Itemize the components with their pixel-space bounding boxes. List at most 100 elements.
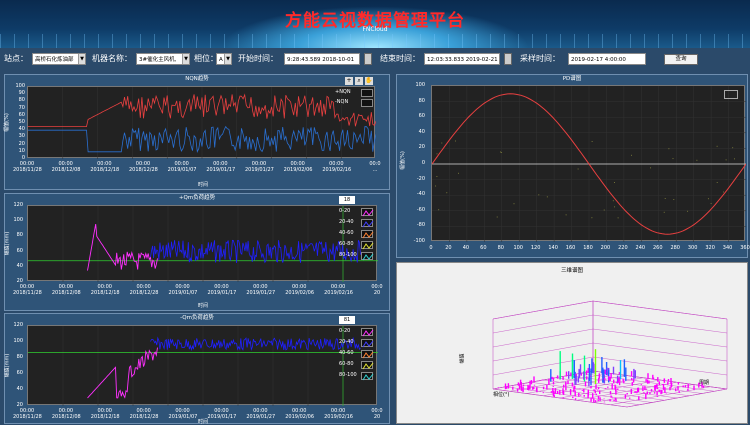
legend-swatch xyxy=(361,219,374,228)
y-tick-label: 80 xyxy=(16,232,23,239)
y-tick-label: 100 xyxy=(13,217,23,224)
qplus-trend-panel: +Qm负荷趋势 18 0-20 20-40 40-60 60-80 80-100 幅值(… xyxy=(4,193,390,311)
3d-grid-line xyxy=(592,328,728,348)
x-tick-date: 2019/02/16 xyxy=(324,414,353,420)
phase-value: A xyxy=(219,57,223,63)
x-tick-date: 2018/11/28 xyxy=(13,414,42,420)
3d-grid-line xyxy=(492,328,594,348)
calendar-icon[interactable] xyxy=(364,53,372,65)
machine-label: 机器名称： xyxy=(92,54,132,63)
legend-item[interactable]: 0-20 xyxy=(339,328,379,337)
legend-label: 40-60 xyxy=(339,230,354,236)
pd-point xyxy=(668,148,670,150)
y-tick-label: -40 xyxy=(416,191,425,198)
legend-label: 40-60 xyxy=(339,350,354,356)
y-tick-label: 70 xyxy=(18,104,25,111)
x-tick-date: 2018/12/28 xyxy=(129,290,159,296)
x-tick-label: 00:00 2018/12/28 xyxy=(129,284,159,296)
legend-swatch xyxy=(361,99,373,107)
legend-swatch xyxy=(361,361,374,370)
pd-point xyxy=(723,191,724,193)
x-tick-date: 2018/12/08 xyxy=(51,290,81,296)
x-tick-label: 00:00 2019/01/27 xyxy=(246,284,276,296)
sample-time-select[interactable]: 2019-02-17 4:00:00 xyxy=(568,53,646,65)
nqn-xlabel: 时间 xyxy=(198,182,209,188)
pd-point xyxy=(617,217,619,219)
x-tick-date: 20 xyxy=(373,414,381,420)
prpd-chart xyxy=(432,86,746,242)
x-tick-label: 00:00 2019/01/07 xyxy=(169,284,198,296)
legend-item[interactable]: 20-40 xyxy=(339,219,379,228)
sample-time-value: 2019-02-17 4:00:00 xyxy=(571,57,626,63)
x-tick-date: 2019/01/17 xyxy=(207,290,237,296)
y-tick-label: 120 xyxy=(13,202,23,208)
pd-point xyxy=(435,185,437,187)
x-tick-date: 2019/01/17 xyxy=(206,167,236,173)
pd-point xyxy=(707,198,709,200)
legend-item[interactable]: 60-80 xyxy=(339,241,379,250)
x-tick-date: 2019/01/27 xyxy=(246,290,276,296)
pd-point xyxy=(500,151,501,153)
x-tick-label: 00:00 2019/02/06 xyxy=(284,161,313,173)
start-time-input[interactable]: 9:28:43.589 2018-10-01 xyxy=(284,53,360,65)
legend-item[interactable]: 40-60 xyxy=(339,230,379,239)
end-time-input[interactable]: 12:03:33.833 2019-02-21 xyxy=(424,53,500,65)
legend-item[interactable]: 60-80 xyxy=(339,361,379,370)
header-banner: 方能云视数据管理平台 FNCloud xyxy=(0,0,750,48)
qplus-plot-area[interactable] xyxy=(27,205,378,282)
3d-chart[interactable] xyxy=(397,263,749,423)
qminus-chart xyxy=(28,326,378,406)
x-tick-date: 2019/02/16 xyxy=(322,167,352,173)
nqn-title: NQN趋势 xyxy=(185,76,209,82)
prpd-plot-area[interactable] xyxy=(431,85,746,242)
x-tick-label: 00:00 2018/12/08 xyxy=(52,161,81,173)
nqn-plot-area[interactable] xyxy=(27,86,376,159)
legend-item[interactable]: 40-60 xyxy=(339,350,379,359)
calendar-icon[interactable] xyxy=(504,53,512,65)
3d-grid-line xyxy=(492,342,594,362)
y-tick-label: 40 xyxy=(418,128,425,135)
y-tick-label: 0 xyxy=(421,160,425,166)
pd-point xyxy=(612,200,614,202)
series-20-40 xyxy=(150,336,361,352)
legend-swatch xyxy=(361,89,373,97)
site-select[interactable]: 高桥石化炼油部 ▼ xyxy=(32,53,86,65)
pd-point xyxy=(546,196,548,198)
legend-plus-nqn: +NQN xyxy=(335,89,351,95)
x-tick-date: 2018/11/28 xyxy=(13,290,42,296)
pd-point xyxy=(441,142,443,144)
pd-point xyxy=(672,158,674,160)
nqn-chart xyxy=(28,87,376,159)
x-tick-date: 2018/12/18 xyxy=(90,167,120,173)
qminus-title: -Qm负荷趋势 xyxy=(180,315,214,321)
legend-swatch xyxy=(361,241,374,250)
hand-icon[interactable]: ✋ xyxy=(365,77,373,85)
plus-icon[interactable]: + xyxy=(345,77,353,85)
legend-label: 80-100 xyxy=(339,252,357,258)
x-tick-label: 00:00 2018/12/08 xyxy=(52,408,81,420)
legend-item[interactable]: 80-100 xyxy=(339,252,379,261)
x-tick-date: 2018/11/28 xyxy=(13,167,42,173)
qminus-plot-area[interactable] xyxy=(27,325,378,406)
legend-item[interactable]: 20-40 xyxy=(339,339,379,348)
y-tick-label: 60 xyxy=(418,113,425,120)
machine-value: 3#催化主风机, xyxy=(139,57,177,63)
x-tick-date: 2018/12/28 xyxy=(129,414,159,420)
phase-select[interactable]: A ▼ xyxy=(216,53,232,65)
x-tick-label: 00:00 2019/01/27 xyxy=(246,408,275,420)
start-time-value: 9:28:43.589 2018-10-01 xyxy=(287,57,355,63)
3d-grid-line xyxy=(592,314,728,334)
query-button[interactable]: 查询 xyxy=(664,54,698,65)
x-tick-date: 2019/01/27 xyxy=(245,167,274,173)
pd-point xyxy=(458,172,459,174)
legend-item[interactable]: 80-100 xyxy=(339,372,379,381)
x-tick-label: 00:00 2018/12/18 xyxy=(91,408,120,420)
magnifier-icon[interactable]: ⌕ xyxy=(355,77,363,85)
legend-item[interactable]: 0-20 xyxy=(339,208,379,217)
machine-select[interactable]: 3#催化主风机, ▼ xyxy=(136,53,190,65)
pd-point xyxy=(663,211,665,213)
3d-zlabel: 幅值 xyxy=(459,353,466,364)
x-tick-date: 2019/01/07 xyxy=(168,414,198,420)
pd-point xyxy=(496,216,498,218)
y-tick-label: 80 xyxy=(18,97,25,104)
